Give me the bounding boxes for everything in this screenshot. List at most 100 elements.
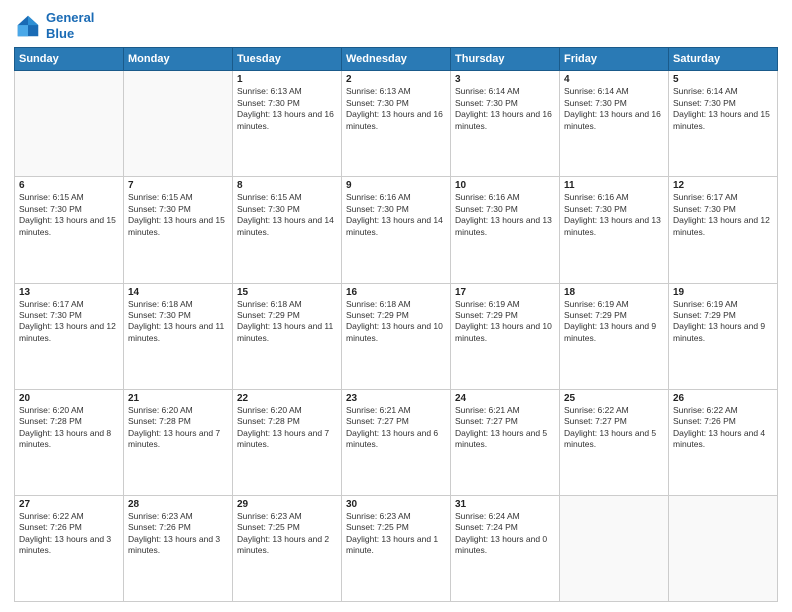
calendar-cell: 11Sunrise: 6:16 AM Sunset: 7:30 PM Dayli… (560, 177, 669, 283)
calendar-cell: 6Sunrise: 6:15 AM Sunset: 7:30 PM Daylig… (15, 177, 124, 283)
day-number: 3 (455, 74, 555, 85)
day-number: 1 (237, 74, 337, 85)
day-info: Sunrise: 6:21 AM Sunset: 7:27 PM Dayligh… (346, 405, 446, 451)
calendar-cell: 21Sunrise: 6:20 AM Sunset: 7:28 PM Dayli… (124, 389, 233, 495)
day-info: Sunrise: 6:17 AM Sunset: 7:30 PM Dayligh… (19, 299, 119, 345)
logo-line1: General (46, 10, 94, 26)
day-number: 9 (346, 180, 446, 191)
calendar-cell: 18Sunrise: 6:19 AM Sunset: 7:29 PM Dayli… (560, 283, 669, 389)
day-number: 11 (564, 180, 664, 191)
day-info: Sunrise: 6:19 AM Sunset: 7:29 PM Dayligh… (564, 299, 664, 345)
calendar-cell: 14Sunrise: 6:18 AM Sunset: 7:30 PM Dayli… (124, 283, 233, 389)
day-number: 7 (128, 180, 228, 191)
day-info: Sunrise: 6:22 AM Sunset: 7:26 PM Dayligh… (19, 511, 119, 557)
day-info: Sunrise: 6:20 AM Sunset: 7:28 PM Dayligh… (237, 405, 337, 451)
day-number: 4 (564, 74, 664, 85)
calendar-week-4: 20Sunrise: 6:20 AM Sunset: 7:28 PM Dayli… (15, 389, 778, 495)
day-info: Sunrise: 6:21 AM Sunset: 7:27 PM Dayligh… (455, 405, 555, 451)
calendar-header-sunday: Sunday (15, 48, 124, 71)
calendar-cell: 12Sunrise: 6:17 AM Sunset: 7:30 PM Dayli… (669, 177, 778, 283)
day-info: Sunrise: 6:23 AM Sunset: 7:26 PM Dayligh… (128, 511, 228, 557)
day-info: Sunrise: 6:14 AM Sunset: 7:30 PM Dayligh… (673, 86, 773, 132)
day-number: 27 (19, 499, 119, 510)
calendar-cell: 24Sunrise: 6:21 AM Sunset: 7:27 PM Dayli… (451, 389, 560, 495)
calendar-week-1: 1Sunrise: 6:13 AM Sunset: 7:30 PM Daylig… (15, 71, 778, 177)
calendar-cell: 3Sunrise: 6:14 AM Sunset: 7:30 PM Daylig… (451, 71, 560, 177)
day-info: Sunrise: 6:14 AM Sunset: 7:30 PM Dayligh… (455, 86, 555, 132)
day-number: 14 (128, 287, 228, 298)
day-info: Sunrise: 6:19 AM Sunset: 7:29 PM Dayligh… (455, 299, 555, 345)
calendar-cell: 22Sunrise: 6:20 AM Sunset: 7:28 PM Dayli… (233, 389, 342, 495)
day-number: 21 (128, 393, 228, 404)
day-number: 26 (673, 393, 773, 404)
calendar-cell (669, 495, 778, 601)
day-info: Sunrise: 6:18 AM Sunset: 7:30 PM Dayligh… (128, 299, 228, 345)
calendar-cell: 26Sunrise: 6:22 AM Sunset: 7:26 PM Dayli… (669, 389, 778, 495)
calendar-cell (124, 71, 233, 177)
day-number: 5 (673, 74, 773, 85)
day-info: Sunrise: 6:13 AM Sunset: 7:30 PM Dayligh… (237, 86, 337, 132)
day-info: Sunrise: 6:16 AM Sunset: 7:30 PM Dayligh… (346, 192, 446, 238)
calendar-week-5: 27Sunrise: 6:22 AM Sunset: 7:26 PM Dayli… (15, 495, 778, 601)
day-info: Sunrise: 6:13 AM Sunset: 7:30 PM Dayligh… (346, 86, 446, 132)
day-number: 24 (455, 393, 555, 404)
day-info: Sunrise: 6:23 AM Sunset: 7:25 PM Dayligh… (237, 511, 337, 557)
calendar-cell: 9Sunrise: 6:16 AM Sunset: 7:30 PM Daylig… (342, 177, 451, 283)
day-number: 8 (237, 180, 337, 191)
day-number: 15 (237, 287, 337, 298)
calendar-cell: 5Sunrise: 6:14 AM Sunset: 7:30 PM Daylig… (669, 71, 778, 177)
calendar-header-thursday: Thursday (451, 48, 560, 71)
calendar-cell: 16Sunrise: 6:18 AM Sunset: 7:29 PM Dayli… (342, 283, 451, 389)
logo-icon (14, 12, 42, 40)
calendar-cell: 23Sunrise: 6:21 AM Sunset: 7:27 PM Dayli… (342, 389, 451, 495)
calendar-cell: 25Sunrise: 6:22 AM Sunset: 7:27 PM Dayli… (560, 389, 669, 495)
page: General Blue SundayMondayTuesdayWednesda… (0, 0, 792, 612)
calendar-header-wednesday: Wednesday (342, 48, 451, 71)
day-info: Sunrise: 6:15 AM Sunset: 7:30 PM Dayligh… (237, 192, 337, 238)
calendar-table: SundayMondayTuesdayWednesdayThursdayFrid… (14, 47, 778, 602)
day-number: 31 (455, 499, 555, 510)
day-info: Sunrise: 6:15 AM Sunset: 7:30 PM Dayligh… (128, 192, 228, 238)
day-number: 2 (346, 74, 446, 85)
calendar-header-row: SundayMondayTuesdayWednesdayThursdayFrid… (15, 48, 778, 71)
day-info: Sunrise: 6:20 AM Sunset: 7:28 PM Dayligh… (128, 405, 228, 451)
day-info: Sunrise: 6:19 AM Sunset: 7:29 PM Dayligh… (673, 299, 773, 345)
calendar-cell: 1Sunrise: 6:13 AM Sunset: 7:30 PM Daylig… (233, 71, 342, 177)
day-info: Sunrise: 6:24 AM Sunset: 7:24 PM Dayligh… (455, 511, 555, 557)
day-info: Sunrise: 6:20 AM Sunset: 7:28 PM Dayligh… (19, 405, 119, 451)
day-number: 6 (19, 180, 119, 191)
calendar-header-tuesday: Tuesday (233, 48, 342, 71)
day-number: 29 (237, 499, 337, 510)
calendar-week-2: 6 Sunrise: 6:15 AM Sunset: 7:30 PM Daylig… (15, 177, 778, 283)
day-info: Sunrise: 6:16 AM Sunset: 7:30 PM Dayligh… (455, 192, 555, 238)
day-info: Sunrise: 6:23 AM Sunset: 7:25 PM Dayligh… (346, 511, 446, 557)
calendar-cell: 15Sunrise: 6:18 AM Sunset: 7:29 PM Dayli… (233, 283, 342, 389)
calendar-cell: 7Sunrise: 6:15 AM Sunset: 7:30 PM Daylig… (124, 177, 233, 283)
day-info: Sunrise: 6:18 AM Sunset: 7:29 PM Dayligh… (346, 299, 446, 345)
day-info: Sunrise: 6:18 AM Sunset: 7:29 PM Dayligh… (237, 299, 337, 345)
day-number: 12 (673, 180, 773, 191)
day-number: 19 (673, 287, 773, 298)
calendar-cell: 17Sunrise: 6:19 AM Sunset: 7:29 PM Dayli… (451, 283, 560, 389)
calendar-cell: 2Sunrise: 6:13 AM Sunset: 7:30 PM Daylig… (342, 71, 451, 177)
day-number: 13 (19, 287, 119, 298)
day-number: 18 (564, 287, 664, 298)
calendar-cell: 20Sunrise: 6:20 AM Sunset: 7:28 PM Dayli… (15, 389, 124, 495)
calendar-week-3: 13Sunrise: 6:17 AM Sunset: 7:30 PM Dayli… (15, 283, 778, 389)
day-number: 23 (346, 393, 446, 404)
day-info: Sunrise: 6:17 AM Sunset: 7:30 PM Dayligh… (673, 192, 773, 238)
calendar-header-saturday: Saturday (669, 48, 778, 71)
calendar-cell: 13Sunrise: 6:17 AM Sunset: 7:30 PM Dayli… (15, 283, 124, 389)
calendar-cell: 27Sunrise: 6:22 AM Sunset: 7:26 PM Dayli… (15, 495, 124, 601)
calendar-cell: 31Sunrise: 6:24 AM Sunset: 7:24 PM Dayli… (451, 495, 560, 601)
calendar-cell: 8Sunrise: 6:15 AM Sunset: 7:30 PM Daylig… (233, 177, 342, 283)
calendar-cell: 28Sunrise: 6:23 AM Sunset: 7:26 PM Dayli… (124, 495, 233, 601)
day-info: Sunrise: 6:16 AM Sunset: 7:30 PM Dayligh… (564, 192, 664, 238)
day-info: Sunrise: 6:22 AM Sunset: 7:27 PM Dayligh… (564, 405, 664, 451)
calendar-cell (560, 495, 669, 601)
day-number: 16 (346, 287, 446, 298)
calendar-header-monday: Monday (124, 48, 233, 71)
calendar-cell: 4Sunrise: 6:14 AM Sunset: 7:30 PM Daylig… (560, 71, 669, 177)
logo-line2: Blue (46, 26, 94, 42)
calendar-cell: 29Sunrise: 6:23 AM Sunset: 7:25 PM Dayli… (233, 495, 342, 601)
